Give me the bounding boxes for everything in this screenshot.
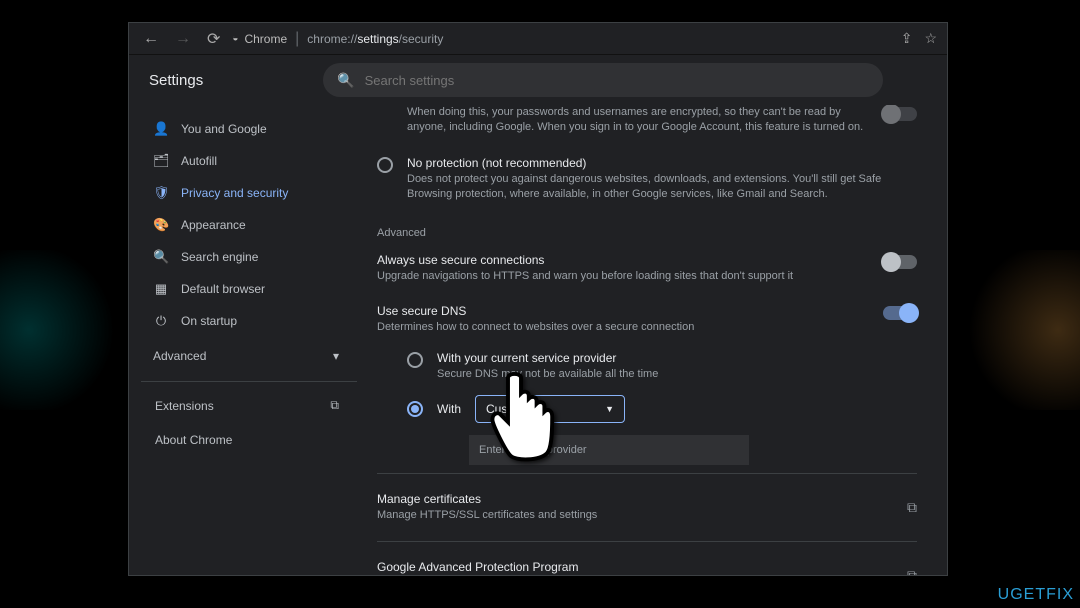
open-external-icon: ⧉ bbox=[907, 567, 917, 575]
radio-no-protection[interactable] bbox=[377, 157, 393, 173]
sidebar-item-label: Autofill bbox=[181, 154, 217, 168]
secure-dns-desc: Determines how to connect to websites ov… bbox=[377, 320, 869, 335]
sidebar-item-label: Privacy and security bbox=[181, 186, 288, 200]
share-icon[interactable]: ⇪ bbox=[901, 30, 913, 47]
address-bar: ← → ⟳ ◒ Chrome | chrome://settings/secur… bbox=[129, 23, 947, 55]
url-suffix: /security bbox=[399, 32, 444, 46]
search-icon: 🔍 bbox=[153, 249, 169, 265]
background-decor bbox=[0, 250, 120, 410]
power-icon: ⏻ bbox=[153, 313, 169, 329]
no-protection-title: No protection (not recommended) bbox=[407, 156, 917, 172]
chevron-down-icon: ▾ bbox=[333, 349, 339, 363]
sidebar-item-label: You and Google bbox=[181, 122, 267, 136]
always-https-toggle[interactable] bbox=[883, 255, 917, 269]
sidebar-extensions-label: Extensions bbox=[155, 399, 214, 413]
watermark: UGETFIX bbox=[998, 586, 1074, 604]
page-title: Settings bbox=[149, 72, 203, 89]
site-info-icon: ◒ bbox=[232, 33, 238, 44]
always-https-title: Always use secure connections bbox=[377, 253, 869, 269]
url-prefix: chrome:// bbox=[307, 32, 357, 46]
search-input[interactable] bbox=[365, 73, 870, 88]
forward-button[interactable]: → bbox=[171, 30, 195, 48]
search-icon: 🔍 bbox=[337, 72, 354, 89]
radio-dns-current-provider[interactable] bbox=[407, 352, 423, 368]
radio-dns-with-custom[interactable] bbox=[407, 401, 423, 417]
sidebar-item-label: On startup bbox=[181, 314, 237, 328]
sidebar-extensions[interactable]: Extensions ⧉ bbox=[141, 388, 357, 423]
dns-custom-placeholder: Enter custom provider bbox=[479, 444, 587, 456]
sidebar-about-label: About Chrome bbox=[155, 433, 232, 447]
divider bbox=[377, 473, 917, 474]
star-icon[interactable]: ☆ bbox=[924, 30, 937, 47]
divider bbox=[141, 381, 357, 382]
manage-certificates[interactable]: Manage certificates Manage HTTPS/SSL cer… bbox=[377, 482, 917, 533]
dns-select-value: Custom bbox=[486, 402, 527, 416]
secure-dns-title: Use secure DNS bbox=[377, 304, 869, 320]
reload-button[interactable]: ⟳ bbox=[203, 29, 224, 49]
sidebar-item-privacy-security[interactable]: 🛡 Privacy and security bbox=[141, 177, 357, 209]
site-name: Chrome bbox=[244, 32, 287, 46]
advanced-protection-program[interactable]: Google Advanced Protection Program Safeg… bbox=[377, 550, 917, 575]
open-external-icon: ⧉ bbox=[907, 499, 917, 516]
secure-dns-toggle[interactable] bbox=[883, 306, 917, 320]
url-display[interactable]: chrome://settings/security bbox=[307, 32, 443, 46]
sidebar-item-search-engine[interactable]: 🔍 Search engine bbox=[141, 241, 357, 273]
browser-window: ← → ⟳ ◒ Chrome | chrome://settings/secur… bbox=[128, 22, 948, 576]
autofill-icon: 🗂 bbox=[153, 153, 169, 169]
open-external-icon: ⧉ bbox=[330, 398, 339, 413]
appearance-icon: 🎨 bbox=[153, 217, 169, 233]
sidebar-about-chrome[interactable]: About Chrome bbox=[141, 423, 357, 457]
dns-with-label: With bbox=[437, 402, 461, 416]
sidebar-advanced-toggle[interactable]: Advanced ▾ bbox=[141, 337, 357, 375]
site-info[interactable]: ◒ Chrome bbox=[232, 32, 287, 46]
sidebar-item-autofill[interactable]: 🗂 Autofill bbox=[141, 145, 357, 177]
gap-title: Google Advanced Protection Program bbox=[377, 560, 760, 575]
advanced-section-label: Advanced bbox=[377, 213, 917, 243]
certs-desc: Manage HTTPS/SSL certificates and settin… bbox=[377, 508, 597, 523]
sidebar-item-default-browser[interactable]: ▦ Default browser bbox=[141, 273, 357, 305]
dns-current-provider-desc: Secure DNS may not be available all the … bbox=[437, 367, 917, 382]
dns-custom-input[interactable]: Enter custom provider bbox=[469, 435, 749, 465]
person-icon: 👤 bbox=[153, 121, 169, 137]
settings-sidebar: 👤 You and Google 🗂 Autofill 🛡 Privacy an… bbox=[129, 105, 357, 575]
sidebar-item-label: Search engine bbox=[181, 250, 258, 264]
dns-provider-select[interactable]: Custom ▼ bbox=[475, 395, 625, 423]
background-decor bbox=[960, 250, 1080, 410]
divider bbox=[377, 541, 917, 542]
sidebar-item-you-and-google[interactable]: 👤 You and Google bbox=[141, 113, 357, 145]
sidebar-item-label: Default browser bbox=[181, 282, 265, 296]
sidebar-item-on-startup[interactable]: ⏻ On startup bbox=[141, 305, 357, 337]
encryption-toggle[interactable] bbox=[883, 107, 917, 121]
search-settings[interactable]: 🔍 bbox=[323, 63, 883, 97]
url-highlight: settings bbox=[357, 32, 398, 46]
no-protection-desc: Does not protect you against dangerous w… bbox=[407, 172, 917, 203]
sidebar-item-appearance[interactable]: 🎨 Appearance bbox=[141, 209, 357, 241]
settings-topbar: Settings 🔍 bbox=[129, 55, 947, 105]
shield-icon: 🛡 bbox=[153, 185, 169, 201]
dns-current-provider-title: With your current service provider bbox=[437, 351, 917, 367]
always-https-desc: Upgrade navigations to HTTPS and warn yo… bbox=[377, 269, 869, 284]
encryption-desc: When doing this, your passwords and user… bbox=[407, 105, 869, 136]
certs-title: Manage certificates bbox=[377, 492, 597, 508]
back-button[interactable]: ← bbox=[139, 30, 163, 48]
sidebar-advanced-label: Advanced bbox=[153, 349, 206, 363]
sidebar-item-label: Appearance bbox=[181, 218, 246, 232]
settings-main: When doing this, your passwords and user… bbox=[357, 105, 947, 575]
chevron-down-icon: ▼ bbox=[605, 404, 614, 414]
browser-icon: ▦ bbox=[153, 281, 169, 297]
